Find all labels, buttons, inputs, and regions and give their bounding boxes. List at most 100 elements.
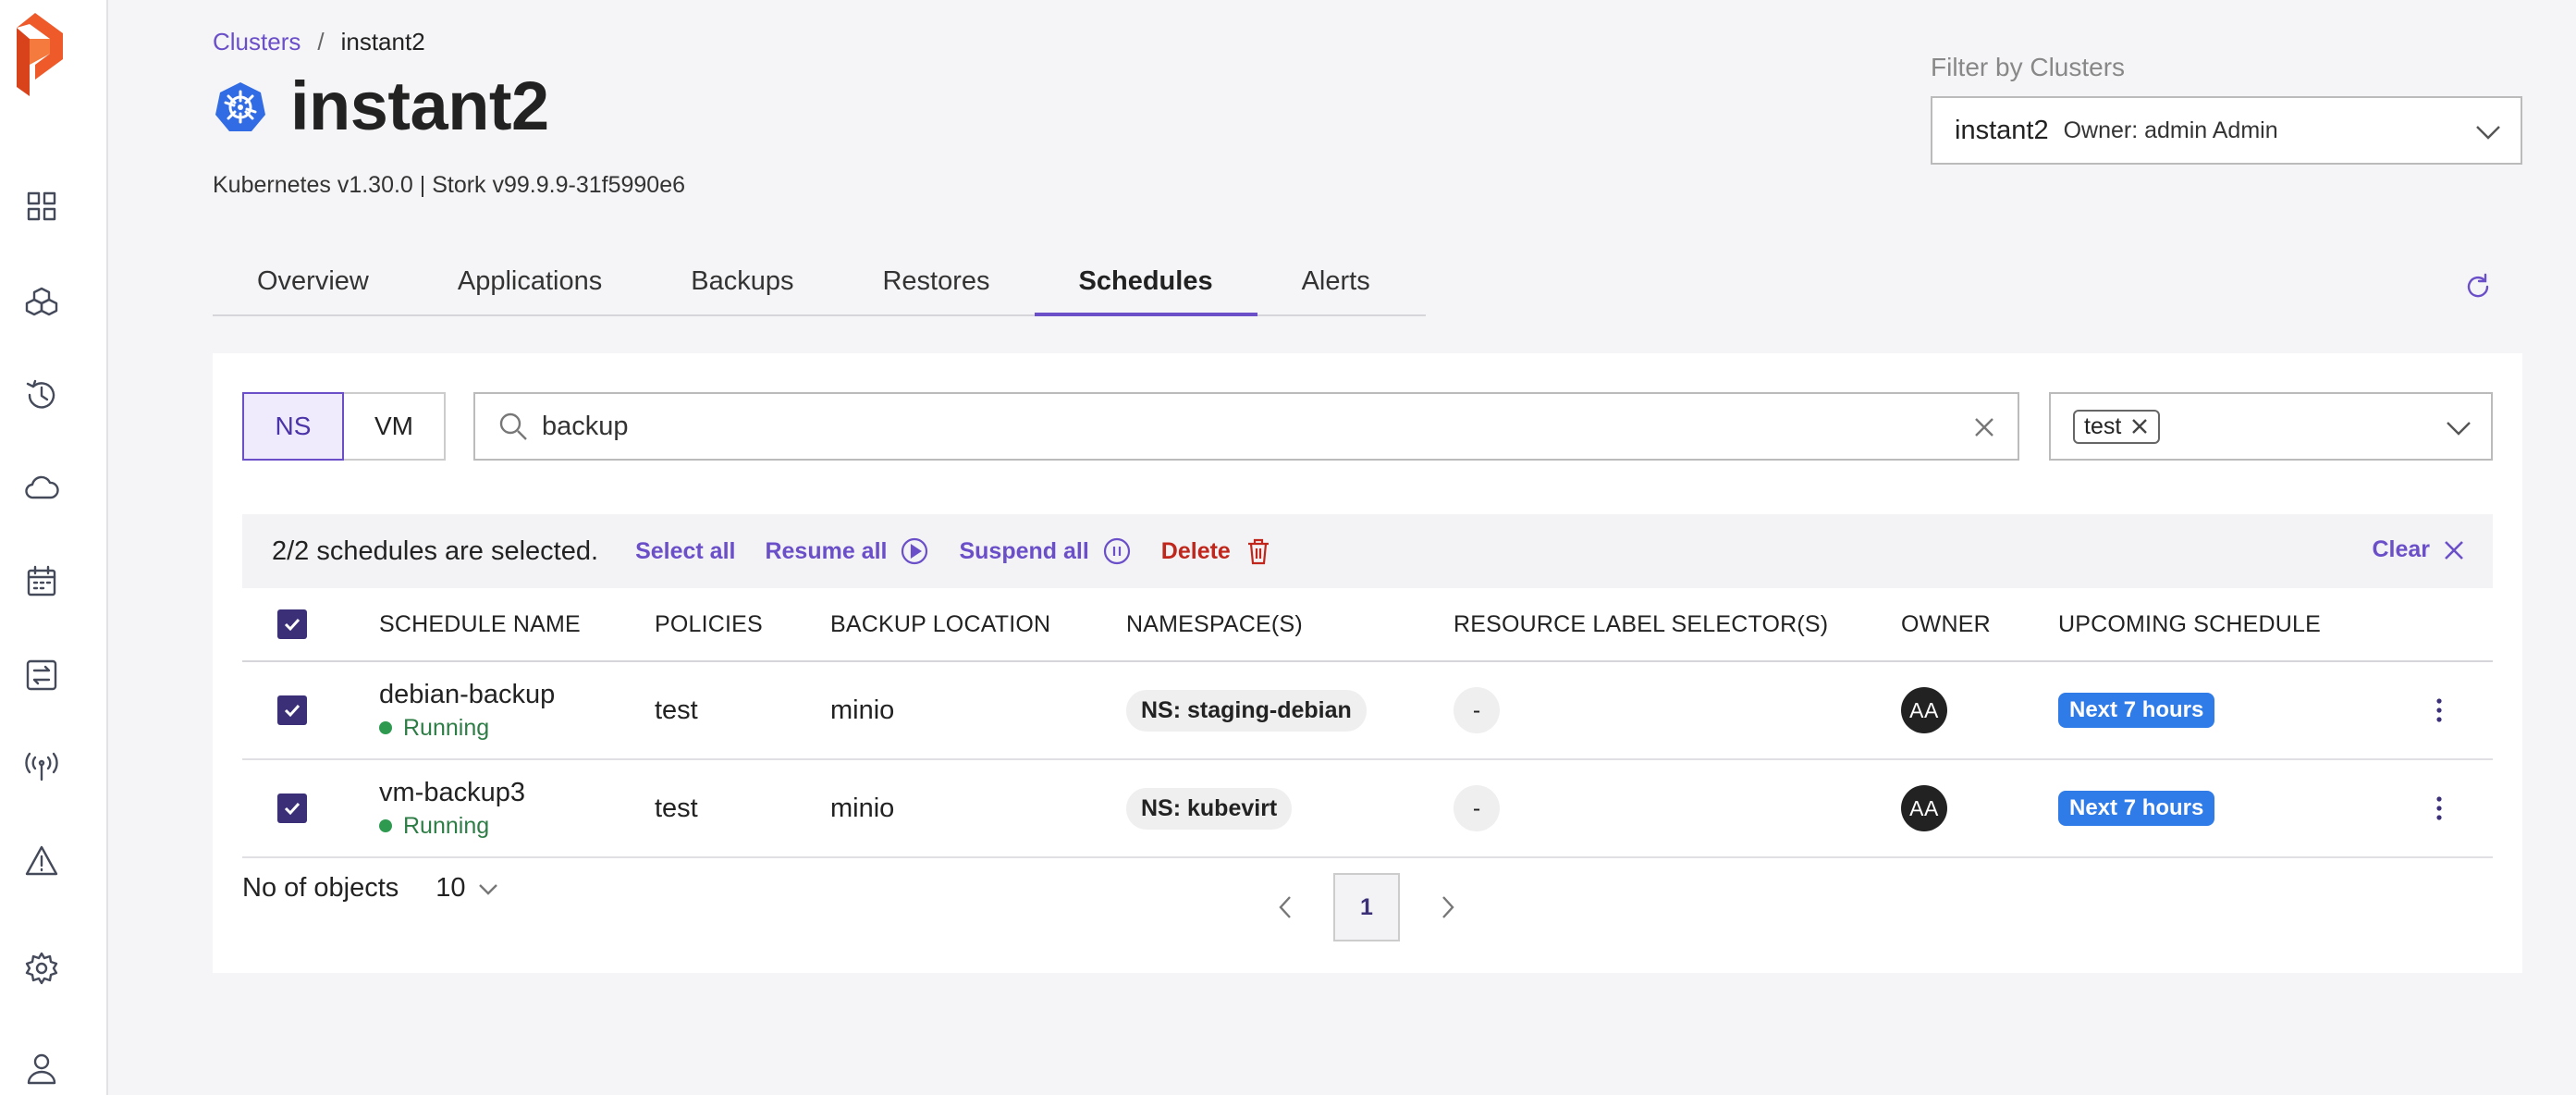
antenna-icon[interactable] <box>22 747 61 786</box>
column-header[interactable]: NAMESPACE(S) <box>1126 588 1303 660</box>
owner-cell: AA <box>1901 760 1947 856</box>
search-box <box>473 392 2019 461</box>
policy-filter-select[interactable]: test <box>2049 392 2493 461</box>
breadcrumb: Clusters / instant2 <box>213 28 425 56</box>
resume-all-button[interactable]: Resume all <box>765 536 929 566</box>
cloud-icon[interactable] <box>22 469 61 508</box>
column-header[interactable]: OWNER <box>1901 588 1991 660</box>
chevron-down-icon <box>2445 416 2472 438</box>
portworx-logo[interactable] <box>17 13 67 96</box>
tab-backups[interactable]: Backups <box>646 248 838 314</box>
chevron-down-icon <box>478 883 497 895</box>
resume-all-label: Resume all <box>765 537 888 564</box>
table-header: SCHEDULE NAME POLICIES BACKUP LOCATION N… <box>242 588 2493 662</box>
tab-applications[interactable]: Applications <box>413 248 646 314</box>
row-checkbox-cell <box>277 760 307 856</box>
avatar: AA <box>1901 785 1947 831</box>
row-actions-cell <box>2426 760 2452 856</box>
refresh-icon[interactable] <box>2463 272 2493 301</box>
chevron-left-icon[interactable] <box>1274 893 1296 921</box>
location-cell: minio <box>830 793 895 823</box>
page-button[interactable]: 1 <box>1333 873 1400 941</box>
status-badge: Running <box>379 813 489 840</box>
pagination: 1 <box>1274 873 1459 941</box>
clear-label: Clear <box>2372 536 2430 562</box>
schedules-table: SCHEDULE NAME POLICIES BACKUP LOCATION N… <box>242 588 2493 858</box>
schedule-name[interactable]: vm-backup3 <box>379 777 525 809</box>
close-icon[interactable] <box>2130 417 2149 436</box>
calendar-icon[interactable] <box>22 561 61 600</box>
title-row: instant2 <box>215 72 549 141</box>
row-checkbox[interactable] <box>277 794 307 823</box>
namespace-chip: NS: staging-debian <box>1126 689 1367 732</box>
status-text: Running <box>403 714 490 741</box>
search-input[interactable] <box>542 411 1929 442</box>
status-dot <box>379 721 392 735</box>
tab-overview[interactable]: Overview <box>213 248 413 314</box>
column-header[interactable]: POLICIES <box>655 588 763 660</box>
tab-bar: Overview Applications Backups Restores S… <box>213 248 1426 316</box>
select-all-checkbox[interactable] <box>277 609 307 639</box>
selection-bar: 2/2 schedules are selected. Select all R… <box>242 514 2493 588</box>
column-header[interactable]: BACKUP LOCATION <box>830 588 1050 660</box>
per-page-select[interactable]: 10 <box>435 873 498 904</box>
status-text: Running <box>403 812 490 839</box>
backups-history-icon[interactable] <box>22 375 61 414</box>
label-selector-cell: - <box>1454 662 1500 758</box>
label-selector-chip: - <box>1454 785 1500 831</box>
filter-label: Filter by Clusters <box>1931 53 2126 81</box>
select-all-button[interactable]: Select all <box>635 538 735 565</box>
filter-chip: test <box>2073 409 2161 444</box>
version-info: Kubernetes v1.30.0 | Stork v99.9.9-31f59… <box>213 172 686 198</box>
kebab-icon[interactable] <box>2426 790 2452 827</box>
tab-restores[interactable]: Restores <box>838 248 1034 314</box>
upcoming-cell: Next 7 hours <box>2058 662 2215 758</box>
location-cell: minio <box>830 695 895 725</box>
cluster-filter-select[interactable]: instant2 Owner: admin Admin <box>1931 96 2522 165</box>
chevron-right-icon[interactable] <box>1437 893 1459 921</box>
per-page-value: 10 <box>435 873 466 903</box>
column-header[interactable]: UPCOMING SCHEDULE <box>2058 588 2321 660</box>
upcoming-cell: Next 7 hours <box>2058 760 2215 856</box>
row-checkbox[interactable] <box>277 695 307 725</box>
kubernetes-icon <box>215 82 265 131</box>
status-badge: Running <box>379 715 489 742</box>
toggle-ns[interactable]: NS <box>242 392 344 461</box>
clear-icon[interactable] <box>1971 414 1997 440</box>
column-header[interactable]: RESOURCE LABEL SELECTOR(S) <box>1454 588 1828 660</box>
migration-icon[interactable] <box>22 656 61 695</box>
filter-chip-label: test <box>2084 412 2122 439</box>
breadcrumb-clusters-link[interactable]: Clusters <box>213 28 301 56</box>
suspend-all-button[interactable]: Suspend all <box>959 536 1131 566</box>
label-selector-chip: - <box>1454 687 1500 733</box>
breadcrumb-current: instant2 <box>340 28 425 55</box>
dashboard-icon[interactable] <box>22 187 61 226</box>
namespace-cell: NS: staging-debian <box>1126 662 1367 758</box>
kebab-icon[interactable] <box>2426 692 2452 729</box>
schedule-name[interactable]: debian-backup <box>379 679 555 711</box>
avatar: AA <box>1901 687 1947 733</box>
delete-button[interactable]: Delete <box>1161 536 1273 566</box>
play-circle-icon <box>902 537 928 565</box>
toggle-vm[interactable]: VM <box>344 392 446 461</box>
table-row[interactable]: debian-backup Running test minio NS: sta… <box>242 662 2493 760</box>
search-icon <box>499 412 527 440</box>
policy-cell: test <box>655 793 698 823</box>
per-page-label: No of objects <box>242 873 399 903</box>
schedules-panel: NS VM test 2/2 schedules are selected. S… <box>213 353 2522 973</box>
tab-alerts[interactable]: Alerts <box>1257 248 1415 314</box>
applications-icon[interactable] <box>22 283 61 322</box>
clear-selection-button[interactable]: Clear <box>2372 536 2465 563</box>
settings-icon[interactable] <box>22 949 61 988</box>
upcoming-badge: Next 7 hours <box>2058 791 2215 826</box>
close-icon <box>2445 540 2463 560</box>
alert-icon[interactable] <box>22 842 61 880</box>
namespace-chip: NS: kubevirt <box>1126 787 1293 830</box>
table-row[interactable]: vm-backup3 Running test minio NS: kubevi… <box>242 760 2493 858</box>
user-icon[interactable] <box>22 1049 61 1088</box>
per-page-control: No of objects 10 <box>242 873 499 904</box>
column-header[interactable]: SCHEDULE NAME <box>379 588 581 660</box>
tab-schedules[interactable]: Schedules <box>1034 248 1257 316</box>
owner-cell: AA <box>1901 662 1947 758</box>
schedule-name-cell: debian-backup Running <box>379 662 555 758</box>
